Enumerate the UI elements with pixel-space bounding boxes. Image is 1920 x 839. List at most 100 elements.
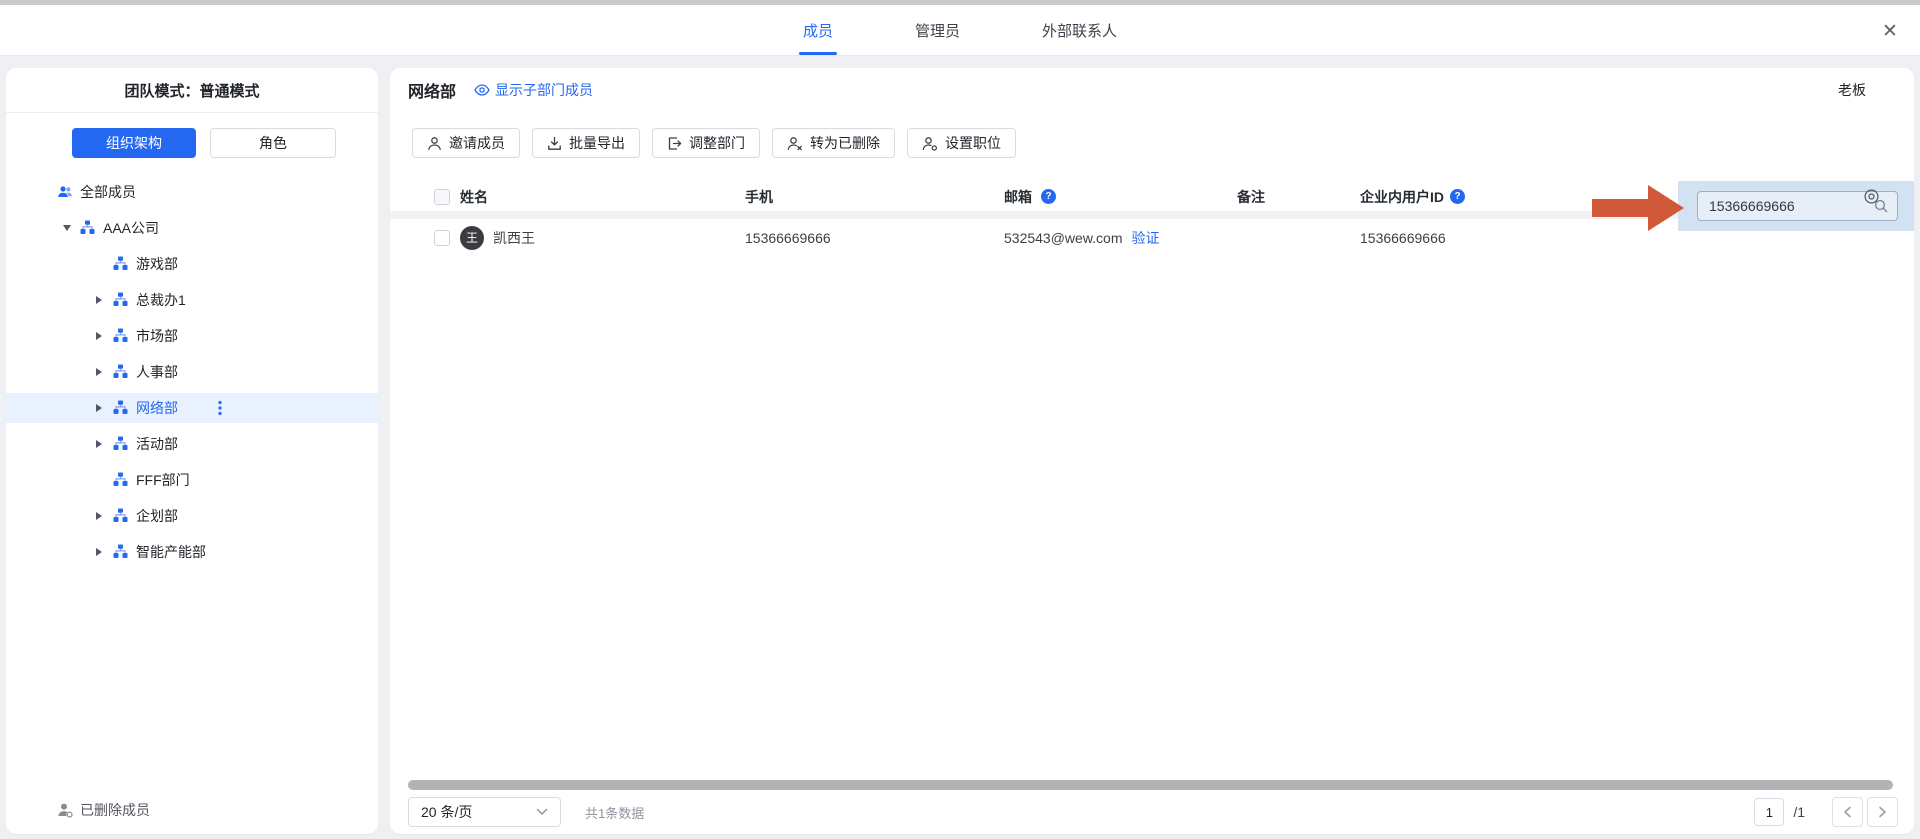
tree-item-network-dept[interactable]: 网络部 [6,393,378,423]
tree-item-label: 总裁办1 [136,290,186,310]
page-number-input[interactable] [1754,798,1784,826]
help-icon[interactable]: ? [1450,189,1465,204]
department-icon [113,472,129,488]
invite-member-button[interactable]: 邀请成员 [412,128,520,158]
caret-down-icon[interactable] [63,225,80,231]
tree-item-fff-dept[interactable]: FFF部门 [6,465,378,495]
tree-item-activity-dept[interactable]: 活动部 [6,429,378,459]
owner-label[interactable]: 老板 [1838,80,1866,100]
department-icon [113,364,129,380]
org-structure-button[interactable]: 组织架构 [72,128,196,158]
header-name: 姓名 [455,187,745,207]
avatar: 王 [460,226,484,250]
tree-item-label: 市场部 [136,326,178,346]
pagination: /1 [1754,797,1898,827]
tree-item-aaa-company[interactable]: AAA公司 [6,213,378,243]
member-admin-screen: 成员 管理员 外部联系人 ✕ 团队模式：普通模式 组织架构 角色 全部成员 [0,0,1920,839]
caret-right-icon[interactable] [96,512,113,520]
tree-item-label: 游戏部 [136,254,178,274]
tree-item-label: 企划部 [136,506,178,526]
member-phone: 15366669666 [745,230,1004,246]
page-size-select[interactable]: 20 条/页 [408,797,561,827]
move-to-deleted-button[interactable]: 转为已删除 [772,128,895,158]
member-name-cell: 王 凯西王 [455,226,745,250]
person-icon [427,136,442,151]
tab-admins[interactable]: 管理员 [915,5,960,55]
department-icon [80,220,96,236]
header-remark: 备注 [1237,187,1360,207]
header-user-id: 企业内用户ID ? [1360,187,1914,207]
tree-item-label: 人事部 [136,362,178,382]
department-title: 网络部 [408,78,456,102]
panel-title-row: 网络部 显示子部门成员 老板 [390,68,1914,111]
org-sidebar: 团队模式：普通模式 组织架构 角色 全部成员 AAA公司 [6,68,378,834]
show-subdept-members-link[interactable]: 显示子部门成员 [474,80,593,100]
column-settings-icon[interactable] [1863,188,1880,205]
horizontal-scrollbar[interactable] [408,780,1893,790]
header-name-label: 姓名 [460,187,488,207]
header-email-label: 邮箱 [1004,187,1032,207]
total-count-text: 共1条数据 [585,803,644,822]
next-page-button[interactable] [1867,797,1898,827]
role-button[interactable]: 角色 [210,128,336,158]
sidebar-view-switch: 组织架构 角色 [72,128,336,158]
table-footer: 20 条/页 共1条数据 /1 [408,796,1898,828]
more-actions-icon[interactable] [218,400,222,416]
header-user-id-label: 企业内用户ID [1360,187,1444,207]
set-position-label: 设置职位 [945,133,1001,153]
tree-item-label: 活动部 [136,434,178,454]
page-size-value: 20 条/页 [421,802,472,822]
member-email: 532543@wew.com [1004,230,1123,246]
deleted-members-link[interactable]: 已删除成员 [57,800,150,820]
department-icon [113,328,129,344]
department-icon [113,508,129,524]
caret-right-icon[interactable] [96,332,113,340]
move-to-deleted-label: 转为已删除 [810,133,880,153]
adjust-department-button[interactable]: 调整部门 [652,128,760,158]
members-group-icon [57,184,73,200]
tree-item-marketing-dept[interactable]: 市场部 [6,321,378,351]
move-out-icon [667,136,682,151]
help-icon[interactable]: ? [1041,189,1056,204]
invite-member-label: 邀请成员 [449,133,505,153]
person-remove-icon [787,136,803,151]
department-icon [113,292,129,308]
set-position-button[interactable]: 设置职位 [907,128,1016,158]
department-icon [113,256,129,272]
header-email: 邮箱 ? [1004,187,1237,207]
batch-export-button[interactable]: 批量导出 [532,128,640,158]
row-checkbox[interactable] [434,230,450,246]
download-icon [547,136,562,151]
org-tree: 全部成员 AAA公司 游戏部 总裁 [6,177,378,567]
department-icon [113,400,129,416]
tree-item-game-dept[interactable]: 游戏部 [6,249,378,279]
close-icon[interactable]: ✕ [1878,19,1902,43]
tree-item-hr-dept[interactable]: 人事部 [6,357,378,387]
members-table-header: 姓名 手机 邮箱 ? 备注 企业内用户ID ? [390,182,1914,211]
member-name: 凯西王 [493,228,535,248]
select-all-checkbox[interactable] [434,189,450,205]
member-user-id: 15366669666 [1360,230,1914,246]
tree-item-planning-dept[interactable]: 企划部 [6,501,378,531]
verify-email-link[interactable]: 验证 [1132,228,1160,248]
eye-icon [474,84,490,96]
caret-right-icon[interactable] [96,440,113,448]
deleted-members-label: 已删除成员 [80,800,150,820]
tab-external-contacts-label: 外部联系人 [1042,20,1117,41]
tree-item-label: FFF部门 [136,470,190,490]
batch-export-label: 批量导出 [569,133,625,153]
tree-item-smart-capacity-dept[interactable]: 智能产能部 [6,537,378,567]
tree-item-president-office[interactable]: 总裁办1 [6,285,378,315]
caret-right-icon[interactable] [96,368,113,376]
department-icon [113,436,129,452]
tab-external-contacts[interactable]: 外部联系人 [1042,5,1117,55]
prev-page-button[interactable] [1832,797,1863,827]
show-subdept-members-label: 显示子部门成员 [495,80,593,100]
person-settings-icon [922,136,938,151]
caret-right-icon[interactable] [96,296,113,304]
tab-members[interactable]: 成员 [803,5,833,55]
tree-item-all-members[interactable]: 全部成员 [6,177,378,207]
caret-right-icon[interactable] [96,404,113,412]
tree-item-label: 网络部 [136,398,178,418]
caret-right-icon[interactable] [96,548,113,556]
